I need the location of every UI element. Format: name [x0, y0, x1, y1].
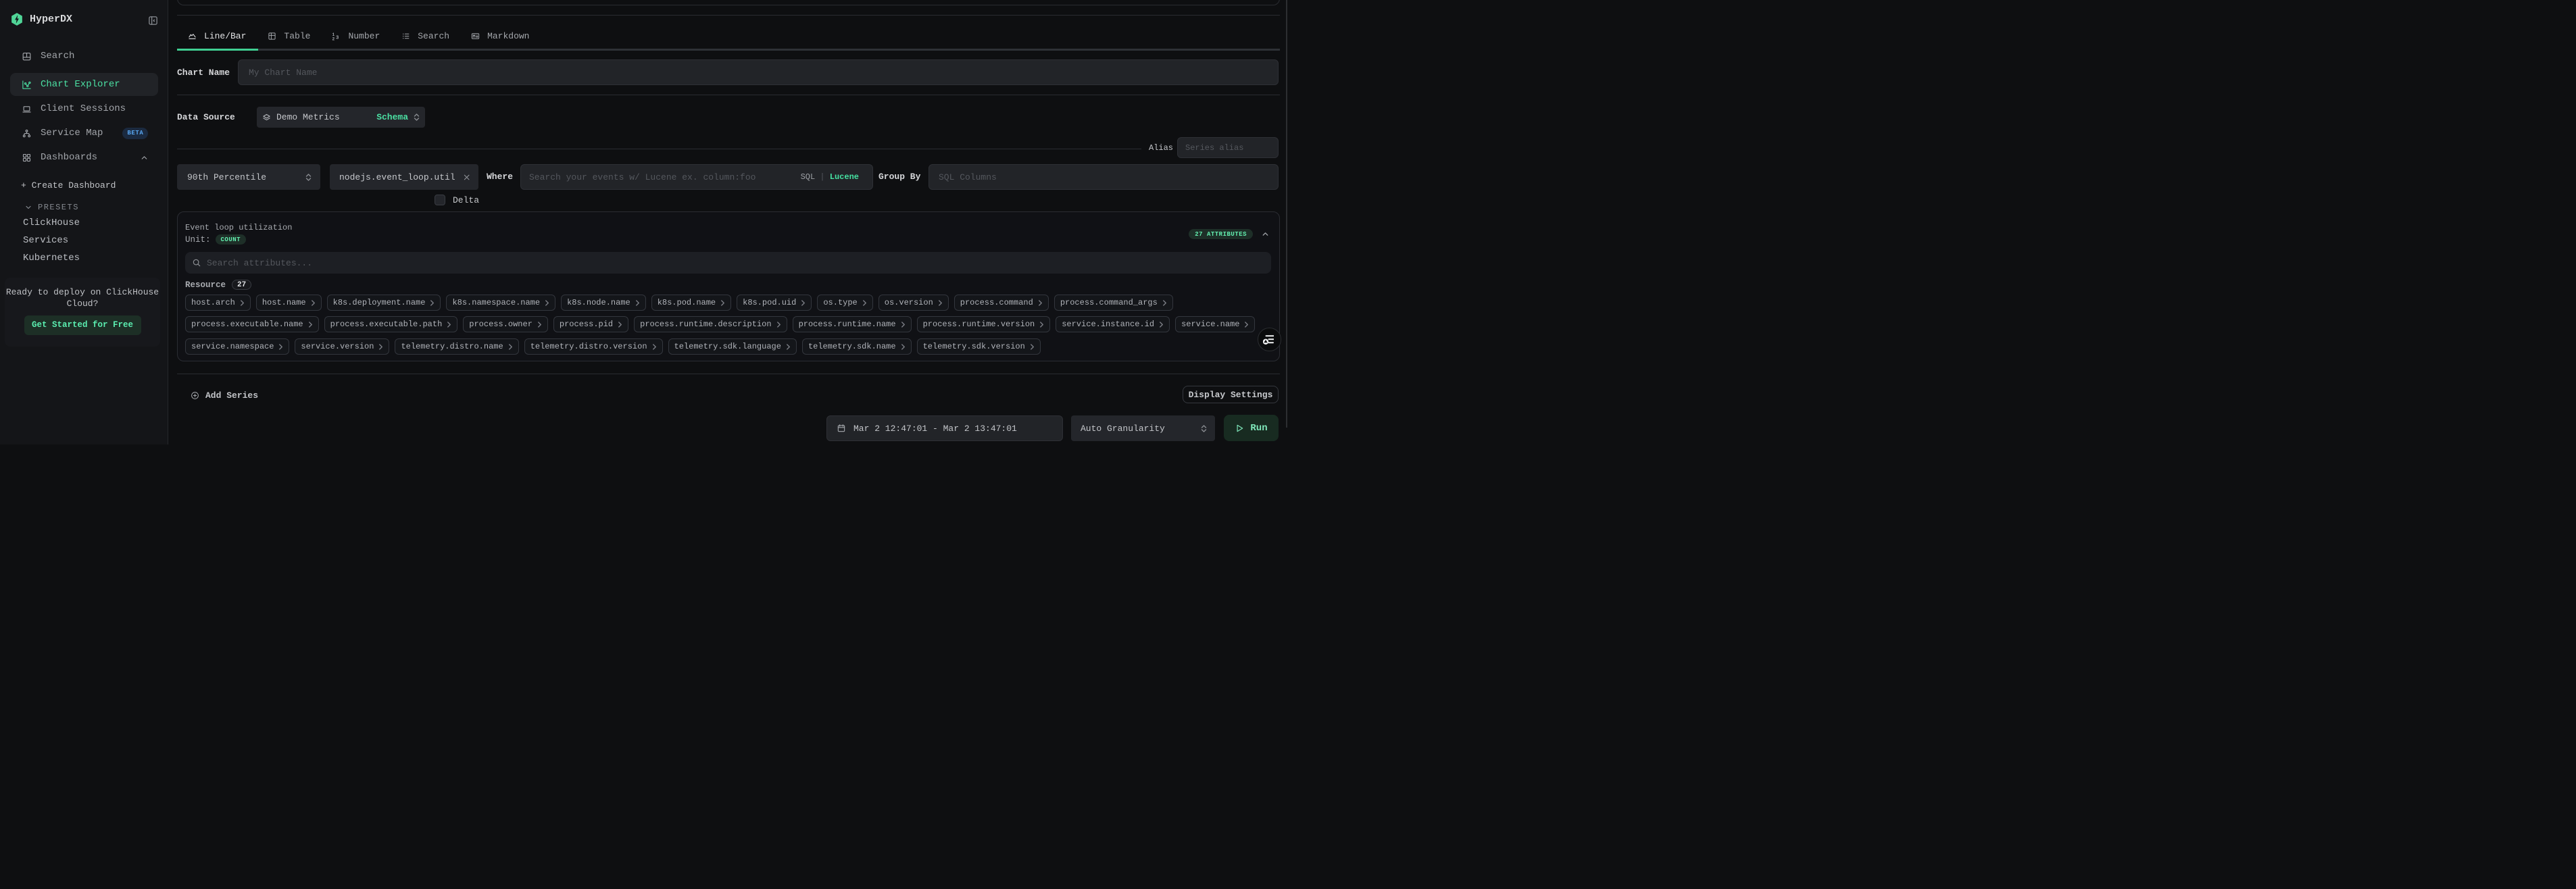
svg-text:3: 3: [336, 35, 339, 41]
svg-text:2: 2: [332, 36, 335, 41]
svg-text:1: 1: [332, 32, 335, 36]
